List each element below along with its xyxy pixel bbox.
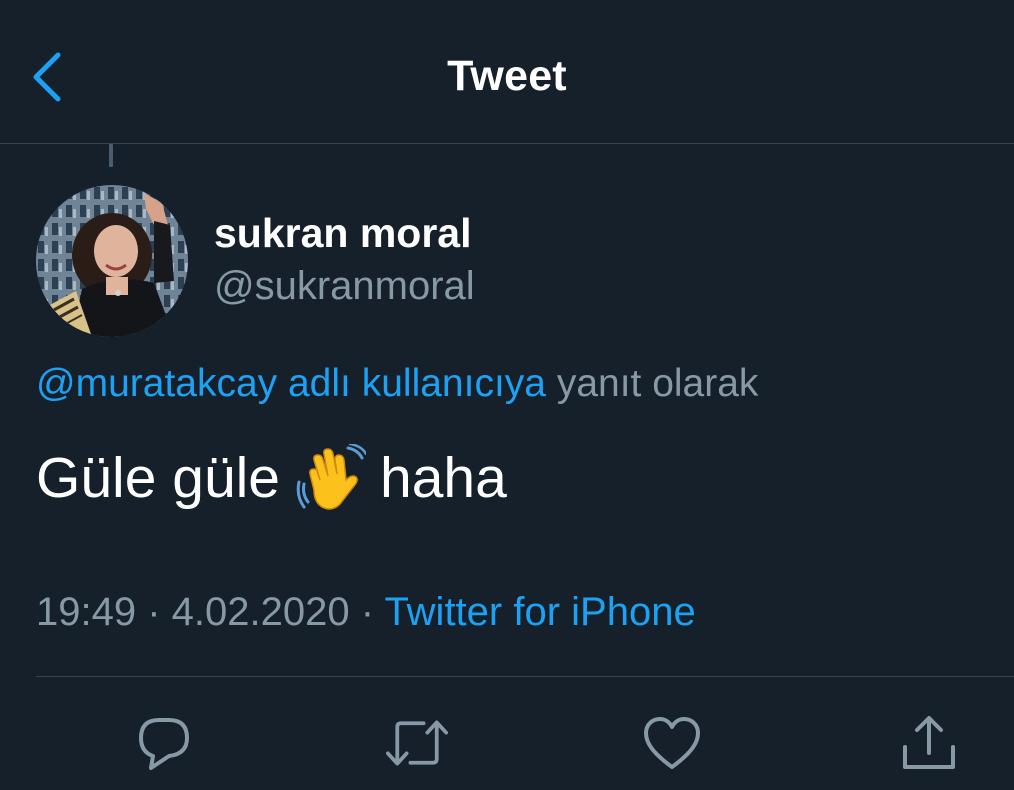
meta-separator: · bbox=[349, 590, 385, 634]
reply-context: @muratakcay adlı kullanıcıya yanıt olara… bbox=[36, 362, 758, 406]
like-icon bbox=[644, 717, 700, 769]
meta-separator: · bbox=[136, 590, 172, 634]
avatar[interactable] bbox=[36, 185, 188, 337]
share-icon bbox=[903, 716, 955, 769]
tweet-text-part-2: haha bbox=[380, 446, 507, 510]
display-name[interactable]: sukran moral bbox=[214, 210, 472, 257]
tweet-text: Güle güle haha bbox=[36, 442, 507, 512]
retweet-button[interactable] bbox=[386, 712, 448, 774]
like-button[interactable] bbox=[641, 712, 703, 774]
header: Tweet bbox=[0, 0, 1014, 144]
avatar-image bbox=[36, 185, 188, 337]
reply-icon bbox=[139, 718, 189, 770]
user-handle[interactable]: @sukranmoral bbox=[214, 264, 475, 309]
reply-to-link[interactable]: @muratakcay adlı kullanıcıya bbox=[36, 362, 546, 405]
divider bbox=[36, 676, 1014, 677]
tweet-source-link[interactable]: Twitter for iPhone bbox=[384, 590, 695, 634]
share-button[interactable] bbox=[898, 712, 960, 774]
reply-to-suffix: yanıt olarak bbox=[545, 362, 759, 405]
thread-connector-line bbox=[109, 144, 113, 167]
tweet-time: 19:49 bbox=[36, 590, 137, 634]
waving-hand-icon bbox=[296, 442, 368, 512]
tweet-text-part-1: Güle güle bbox=[36, 446, 281, 510]
retweet-icon bbox=[386, 720, 448, 766]
reply-button[interactable] bbox=[133, 712, 195, 774]
page-title: Tweet bbox=[447, 52, 567, 100]
tweet-meta: 19:49 · 4.02.2020 · Twitter for iPhone bbox=[36, 590, 696, 635]
tweet-date: 4.02.2020 bbox=[171, 590, 350, 634]
